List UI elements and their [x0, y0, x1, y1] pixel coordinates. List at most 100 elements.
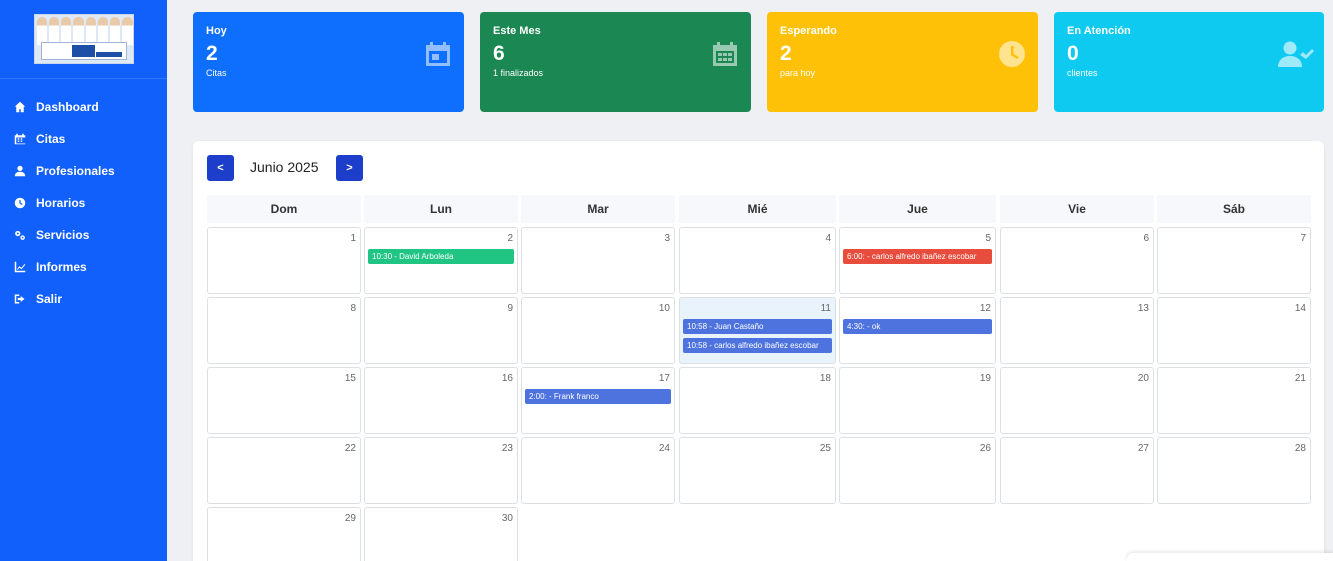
stat-card-en-atencion: En Atención 0 clientes: [1054, 12, 1324, 112]
weekday-header: Lun: [364, 195, 518, 223]
day-number: 1: [350, 233, 356, 244]
calendar-day-cell[interactable]: 14: [1157, 297, 1311, 364]
weekday-header: Vie: [1000, 195, 1154, 223]
day-number: 5: [985, 233, 991, 244]
sidebar-item-label: Salir: [36, 292, 63, 306]
calendar-day-cell[interactable]: 17 2:00: - Frank franco: [521, 367, 675, 434]
prev-month-button[interactable]: <: [207, 155, 234, 181]
weekday-header: Mar: [521, 195, 675, 223]
calendar-day-cell[interactable]: 30: [364, 507, 518, 561]
weekday-header: Dom: [207, 195, 361, 223]
calendar-day-cell[interactable]: 10: [521, 297, 675, 364]
calendar-day-cell[interactable]: 29: [207, 507, 361, 561]
home-icon: [14, 101, 26, 113]
calendar-day-cell[interactable]: 28: [1157, 437, 1311, 504]
calendar-day-cell[interactable]: 25: [679, 437, 836, 504]
calendar-day-cell[interactable]: 26: [839, 437, 996, 504]
calendar-icon: [424, 40, 452, 68]
user-check-icon: [1278, 40, 1314, 68]
day-number: 30: [501, 513, 513, 524]
calendar-day-cell[interactable]: 16: [364, 367, 518, 434]
sidebar-item-citas[interactable]: Citas: [0, 123, 167, 155]
clinic-logo[interactable]: [33, 14, 134, 64]
stat-card-este-mes: Este Mes 6 1 finalizados: [480, 12, 751, 112]
sidebar-item-salir[interactable]: Salir: [0, 283, 167, 315]
day-number: 6: [1143, 233, 1149, 244]
day-number: 4: [825, 233, 831, 244]
calendar-day-cell[interactable]: 13: [1000, 297, 1154, 364]
weekday-header: Sáb: [1157, 195, 1311, 223]
calendar-day-cell[interactable]: 20: [1000, 367, 1154, 434]
day-number: 22: [344, 443, 356, 454]
calendar-day-cell[interactable]: 21: [1157, 367, 1311, 434]
day-number: 18: [819, 373, 831, 384]
appointment-event[interactable]: 10:58 - Juan Castaño: [683, 319, 832, 334]
calendar-day-cell[interactable]: 23: [364, 437, 518, 504]
calendar-day-cell[interactable]: 4: [679, 227, 836, 294]
calendar-day-cell[interactable]: 8: [207, 297, 361, 364]
calendar-day-cell[interactable]: 27: [1000, 437, 1154, 504]
appointment-event[interactable]: 2:00: - Frank franco: [525, 389, 671, 404]
calendar-grid-icon: [711, 40, 739, 68]
stat-title: Esperando: [780, 25, 837, 37]
sidebar-item-label: Servicios: [36, 228, 90, 242]
sidebar-item-label: Informes: [36, 260, 87, 274]
calendar-day-cell[interactable]: 6: [1000, 227, 1154, 294]
sidebar-item-horarios[interactable]: Horarios: [0, 187, 167, 219]
sidebar-nav: Dashboard Citas Profesionales Horarios S…: [0, 79, 167, 315]
day-number: 11: [820, 303, 831, 314]
calendar-day-cell[interactable]: 12 4:30: - ok: [839, 297, 996, 364]
stat-card-hoy: Hoy 2 Citas: [193, 12, 464, 112]
day-number: 28: [1294, 443, 1306, 454]
stat-title: En Atención: [1067, 25, 1131, 37]
month-label: Junio 2025: [250, 159, 319, 175]
day-number: 13: [1137, 303, 1149, 314]
appointment-event[interactable]: 10:30 - David Arboleda: [368, 249, 514, 264]
stat-subtitle: 1 finalizados: [493, 68, 544, 78]
calendar-day-cell[interactable]: 11 10:58 - Juan Castaño 10:58 - carlos alf…: [679, 297, 836, 364]
sidebar-item-profesionales[interactable]: Profesionales: [0, 155, 167, 187]
calendar-icon: [14, 133, 26, 145]
sign-out-icon: [14, 293, 26, 305]
stat-subtitle: para hoy: [780, 68, 816, 78]
sidebar-item-label: Dashboard: [36, 100, 99, 114]
stat-value: 2: [780, 42, 792, 65]
calendar-day-cell[interactable]: 7: [1157, 227, 1311, 294]
day-number: 12: [979, 303, 991, 314]
calendar-day-cell[interactable]: 18: [679, 367, 836, 434]
stat-subtitle: Citas: [206, 68, 227, 78]
floating-widget-edge[interactable]: [1127, 553, 1333, 561]
day-number: 26: [979, 443, 991, 454]
calendar-day-cell[interactable]: 22: [207, 437, 361, 504]
calendar-day-cell[interactable]: 2 10:30 - David Arboleda: [364, 227, 518, 294]
weekday-header: Jue: [839, 195, 996, 223]
stat-subtitle: clientes: [1067, 68, 1098, 78]
sidebar-item-servicios[interactable]: Servicios: [0, 219, 167, 251]
day-number: 19: [979, 373, 991, 384]
sidebar-item-dashboard[interactable]: Dashboard: [0, 91, 167, 123]
day-number: 8: [350, 303, 356, 314]
next-month-button[interactable]: >: [336, 155, 363, 181]
day-number: 10: [658, 303, 670, 314]
sidebar: Dashboard Citas Profesionales Horarios S…: [0, 0, 167, 561]
appointment-event[interactable]: 10:58 - carlos alfredo ibañez escobar: [683, 338, 832, 353]
clock-icon: [14, 197, 26, 209]
calendar-day-cell[interactable]: 24: [521, 437, 675, 504]
sidebar-item-label: Profesionales: [36, 164, 115, 178]
calendar-day-cell[interactable]: 5 6:00: - carlos alfredo ibañez escobar: [839, 227, 996, 294]
day-number: 23: [501, 443, 513, 454]
appointment-event[interactable]: 4:30: - ok: [843, 319, 992, 334]
calendar-day-cell[interactable]: 15: [207, 367, 361, 434]
stat-value: 0: [1067, 42, 1079, 65]
calendar-day-cell[interactable]: 3: [521, 227, 675, 294]
calendar-day-cell[interactable]: 1: [207, 227, 361, 294]
calendar-panel: < Junio 2025 > Dom Lun Mar Mié Jue Vie Sáb 1 2 10…: [193, 141, 1324, 561]
calendar-day-cell[interactable]: 9: [364, 297, 518, 364]
appointment-event[interactable]: 6:00: - carlos alfredo ibañez escobar: [843, 249, 992, 264]
day-number: 27: [1137, 443, 1149, 454]
chart-line-icon: [14, 261, 26, 273]
calendar-day-cell[interactable]: 19: [839, 367, 996, 434]
day-number: 25: [819, 443, 831, 454]
sidebar-item-informes[interactable]: Informes: [0, 251, 167, 283]
logo-area: [0, 0, 167, 79]
